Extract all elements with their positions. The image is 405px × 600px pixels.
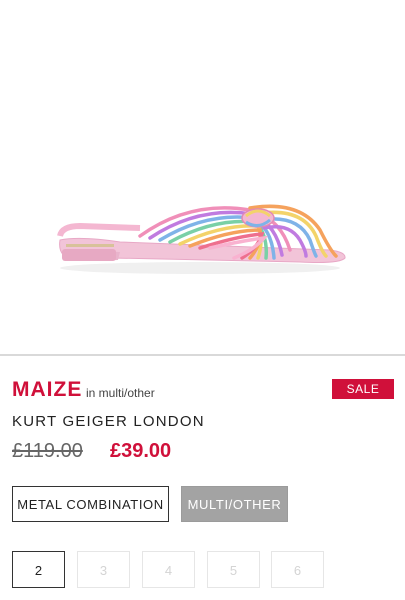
size-option-3[interactable]: 3 [77, 551, 130, 588]
brand-name[interactable]: KURT GEIGER LONDON [12, 413, 205, 430]
product-name: MAIZE [12, 378, 83, 401]
sale-price: £39.00 [110, 440, 172, 462]
colour-label: in multi/other [86, 386, 155, 400]
sale-badge: SALE [332, 379, 394, 399]
variant-metal-combination[interactable]: METAL COMBINATION [12, 486, 169, 522]
size-option-6[interactable]: 6 [271, 551, 324, 588]
product-image-area [0, 0, 405, 356]
original-price: £119.00 [12, 440, 83, 462]
size-option-4[interactable]: 4 [142, 551, 195, 588]
size-option-5[interactable]: 5 [207, 551, 260, 588]
product-image [57, 204, 346, 274]
product-title-row: MAIZE in multi/other SALE [12, 378, 394, 408]
size-option-2[interactable]: 2 [12, 551, 65, 588]
variant-multi-other[interactable]: MULTI/OTHER [181, 486, 288, 522]
